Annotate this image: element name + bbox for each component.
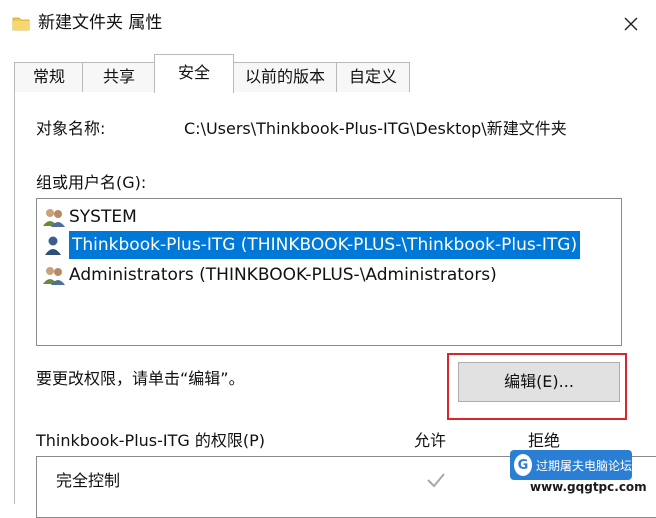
permission-full-control: 完全控制 [56, 471, 121, 490]
allow-header: 允许 [414, 431, 447, 450]
check-icon [427, 473, 445, 488]
groups-listbox[interactable]: SYSTEM Thinkbook-Plus-ITG (THINKBOOK-PLU… [36, 198, 622, 346]
list-item-label: SYSTEM [69, 207, 137, 227]
list-item-label: Administrators (THINKBOOK-PLUS-\Administ… [69, 265, 497, 285]
deny-header: 拒绝 [528, 431, 561, 450]
watermark-badge: G 过期屠夫电脑论坛 [510, 450, 632, 480]
users-group-icon [43, 267, 65, 285]
tab-security[interactable]: 安全 [154, 54, 234, 93]
edit-button[interactable]: 编辑(E)... [458, 362, 620, 402]
close-icon [624, 17, 638, 31]
tab-sharing[interactable]: 共享 [82, 62, 156, 92]
groups-label: 组或用户名(G): [36, 173, 147, 192]
edit-hint-text: 要更改权限，请单击“编辑”。 [36, 369, 245, 388]
permissions-label: Thinkbook-Plus-ITG 的权限(P) [36, 431, 265, 450]
tab-previous-versions[interactable]: 以前的版本 [232, 62, 338, 92]
close-button[interactable] [612, 6, 650, 42]
watermark-url: www.gqgtpc.com [530, 480, 647, 494]
user-icon [45, 236, 61, 255]
folder-icon [12, 17, 30, 31]
users-group-icon [43, 209, 65, 227]
list-item-label: Thinkbook-Plus-ITG (THINKBOOK-PLUS-\Thin… [69, 231, 581, 259]
title-bar: 新建文件夹 属性 [0, 0, 656, 48]
list-item-thinkbook-user[interactable]: Thinkbook-Plus-ITG (THINKBOOK-PLUS-\Thin… [41, 231, 581, 259]
tab-strip: 常规 共享 安全 以前的版本 自定义 [0, 54, 656, 93]
window-title: 新建文件夹 属性 [38, 13, 163, 33]
object-name-value: C:\Users\Thinkbook-Plus-ITG\Desktop\新建文件… [184, 119, 567, 138]
list-item-administrators[interactable]: Administrators (THINKBOOK-PLUS-\Administ… [41, 261, 497, 289]
watermark-text: 过期屠夫电脑论坛 [535, 458, 632, 473]
watermark-logo-icon: G [514, 454, 532, 476]
object-name-label: 对象名称: [36, 119, 106, 138]
tab-general[interactable]: 常规 [14, 62, 84, 92]
tab-customize[interactable]: 自定义 [336, 62, 410, 92]
list-item-system[interactable]: SYSTEM [41, 203, 137, 231]
